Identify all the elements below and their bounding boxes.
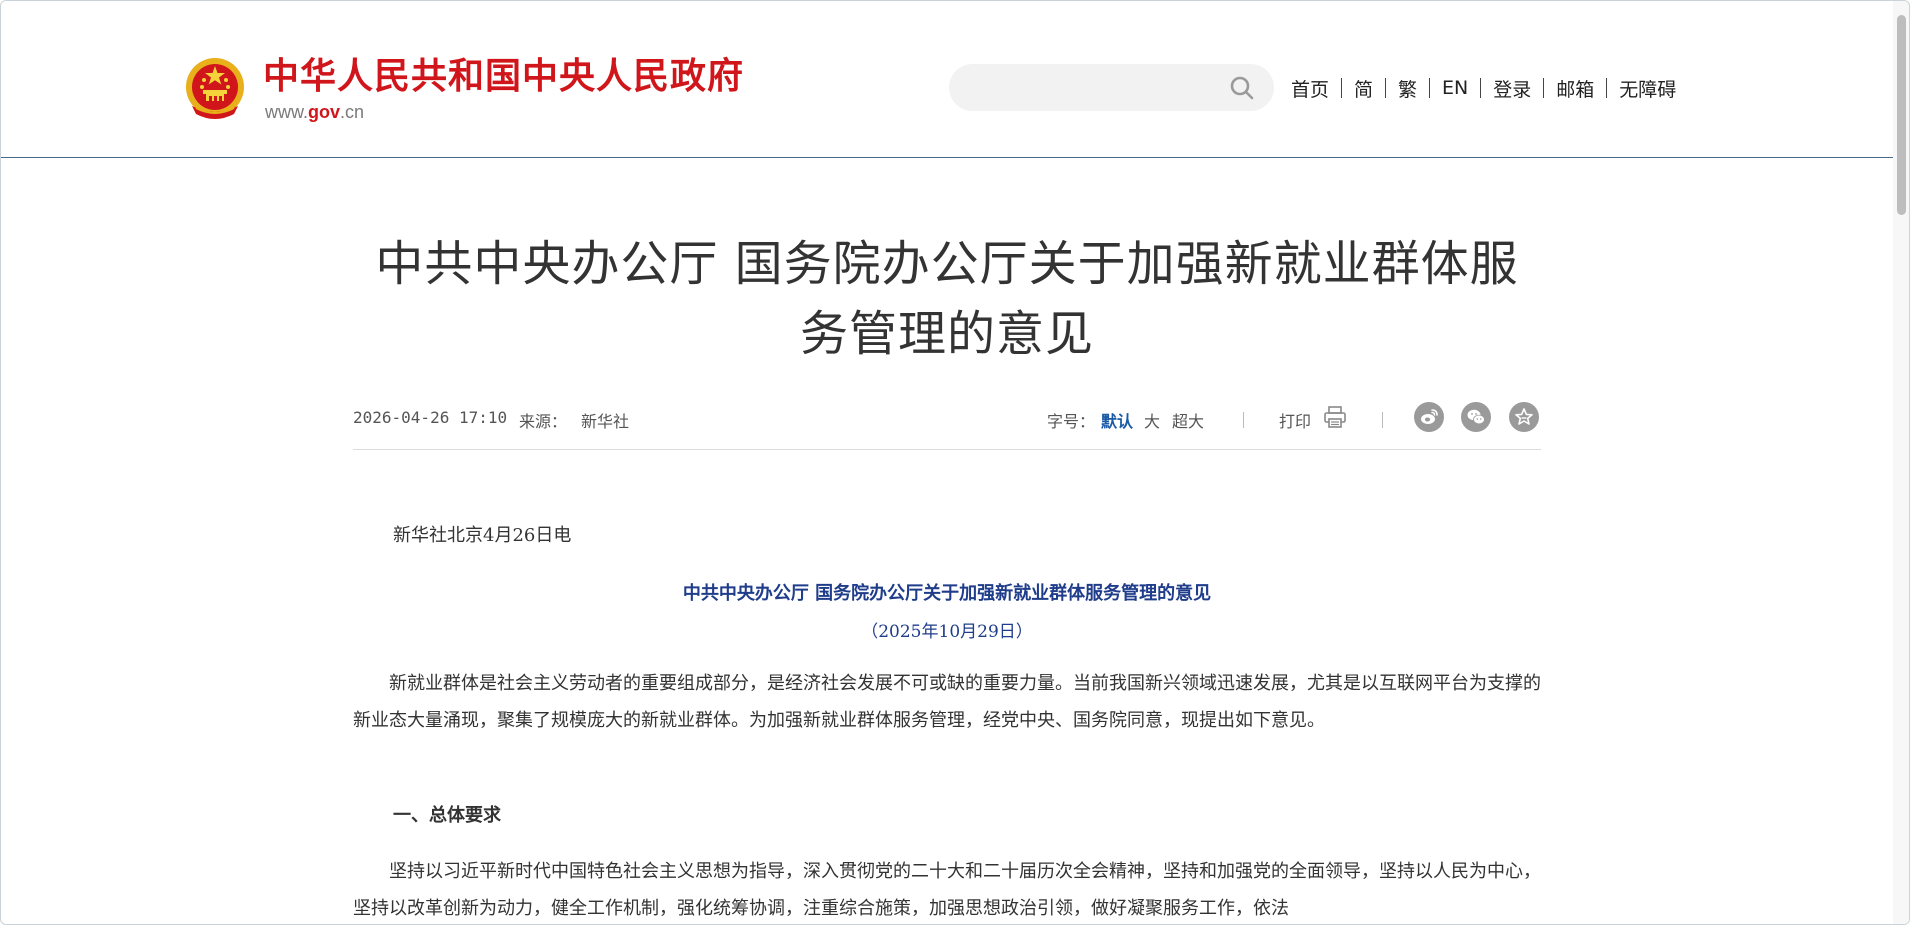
font-size-label: 字号： (1047, 412, 1096, 431)
font-size-xlarge-option[interactable]: 超大 (1172, 408, 1204, 432)
nav-login-link[interactable]: 登录 (1493, 75, 1531, 102)
printer-icon[interactable] (1323, 405, 1347, 429)
nav-english-link[interactable]: EN (1442, 77, 1468, 99)
publish-date: 2026-04-26 17:10 (353, 408, 508, 427)
meta-separator (1382, 412, 1383, 428)
search-box (949, 64, 1274, 113)
nav-separator (1429, 78, 1431, 98)
nav-separator (1341, 78, 1343, 98)
document-title: 中共中央办公厅 国务院办公厅关于加强新就业群体服务管理的意见 (682, 583, 1212, 604)
share-weibo-button[interactable] (1414, 402, 1444, 432)
article-title: 中共中央办公厅 国务院办公厅关于加强新就业群体服务管理的意见 (375, 236, 1519, 362)
font-size-default-option[interactable]: 默认 (1101, 408, 1133, 432)
site-header: 中华人民共和国中央人民政府 www.gov.cn 首页 简 繁 EN 登录 邮箱… (1, 1, 1893, 158)
top-nav: 首页 简 繁 EN 登录 邮箱 无障碍 (1291, 73, 1676, 103)
vertical-scrollbar[interactable] (1893, 1, 1909, 924)
font-size-large-option[interactable]: 大 (1144, 408, 1160, 432)
scrollbar-thumb[interactable] (1897, 15, 1906, 215)
site-url-suffix: .cn (340, 102, 365, 122)
site-url: www.gov.cn (265, 102, 364, 123)
nav-simplified-link[interactable]: 简 (1354, 75, 1373, 102)
nav-separator (1480, 78, 1482, 98)
site-url-gov: gov (308, 102, 341, 122)
nav-accessibility-link[interactable]: 无障碍 (1619, 75, 1676, 102)
nav-separator (1543, 78, 1545, 98)
print-label[interactable]: 打印 (1279, 408, 1311, 432)
paragraph-general-requirements: 坚持以习近平新时代中国特色社会主义思想为指导，深入贯彻党的二十大和二十届历次全会… (353, 861, 1541, 919)
search-icon[interactable] (1229, 75, 1255, 101)
document-date: （2025年10月29日） (861, 622, 1033, 642)
source-label: 来源： (519, 412, 568, 431)
nav-traditional-link[interactable]: 繁 (1398, 75, 1417, 102)
wechat-icon (1467, 409, 1485, 425)
article-meta-bar: 2026-04-26 17:10 来源： 新华社 字号： 默认 大 超大 打印 (353, 399, 1541, 450)
source-name: 新华社 (581, 412, 630, 431)
site-url-prefix: www. (265, 102, 309, 122)
share-wechat-button[interactable] (1461, 402, 1491, 432)
browser-page: 中华人民共和国中央人民政府 www.gov.cn 首页 简 繁 EN 登录 邮箱… (0, 0, 1910, 925)
favorite-button[interactable] (1509, 402, 1539, 432)
search-input[interactable] (967, 64, 1221, 113)
nav-separator (1385, 78, 1387, 98)
paragraph-intro: 新就业群体是社会主义劳动者的重要组成部分，是经济社会发展不可或缺的重要力量。当前… (353, 673, 1541, 731)
national-emblem-icon[interactable] (184, 56, 246, 124)
favorite-icon (1515, 408, 1533, 425)
site-name[interactable]: 中华人民共和国中央人民政府 (263, 55, 744, 99)
nav-separator (1606, 78, 1608, 98)
nav-mail-link[interactable]: 邮箱 (1556, 75, 1594, 102)
dateline: 新华社北京4月26日电 (393, 525, 572, 546)
section-heading: 一、总体要求 (393, 805, 501, 826)
nav-home-link[interactable]: 首页 (1291, 75, 1329, 102)
meta-separator (1243, 412, 1244, 428)
weibo-icon (1421, 409, 1438, 424)
